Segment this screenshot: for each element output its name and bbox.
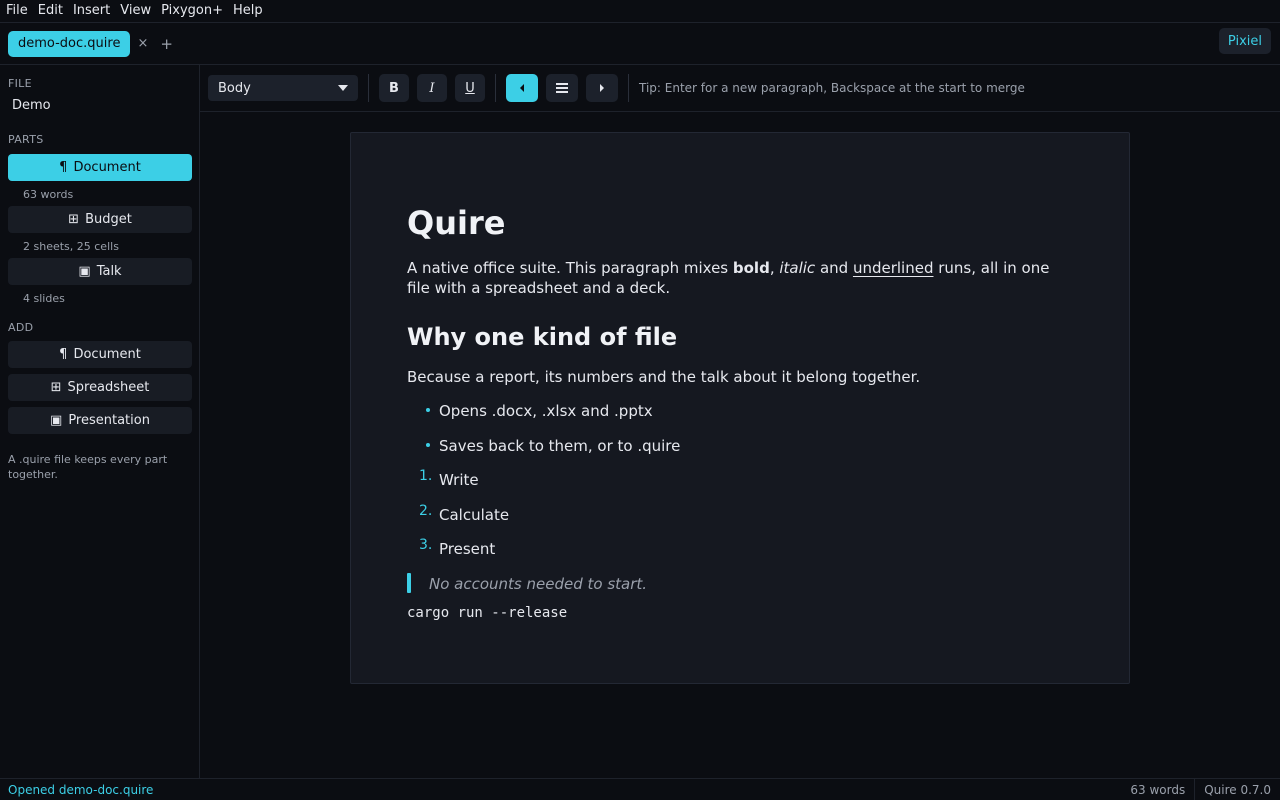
list-number: 2. (419, 503, 433, 519)
menu-pixygon-plus[interactable]: Pixygon+ (157, 0, 227, 22)
bullet-text: Saves back to them, or to .quire (439, 437, 681, 455)
document-page[interactable]: Quire A native office suite. This paragr… (350, 132, 1130, 684)
list-number: 3. (419, 537, 433, 553)
caret-down-icon (338, 85, 348, 91)
part-meta: 4 slides (23, 292, 65, 305)
align-right-button[interactable] (586, 74, 618, 102)
style-value: Body (218, 80, 251, 96)
document-canvas: Quire A native office suite. This paragr… (200, 112, 1280, 778)
bullet-text: Opens .docx, .xlsx and .pptx (439, 402, 653, 420)
menu-view[interactable]: View (116, 0, 155, 22)
add-document-button[interactable]: ¶ Document (8, 341, 192, 368)
toolbar-tip: Tip: Enter for a new paragraph, Backspac… (639, 81, 1025, 95)
pilcrow-icon: ¶ (59, 160, 68, 175)
bold-button[interactable]: B (379, 74, 409, 102)
add-heading: ADD (8, 321, 34, 334)
sidebar: FILE Demo PARTS ¶ Document 63 words ⊞ Bu… (0, 65, 200, 778)
app-version: Quire 0.7.0 (1194, 779, 1280, 800)
intro-text: , (769, 259, 780, 277)
toolbar-divider (495, 74, 496, 102)
paragraph-style-select[interactable]: Body (208, 75, 358, 101)
numbered-item[interactable]: 3. Present (407, 537, 1073, 559)
align-left-button[interactable] (506, 74, 538, 102)
intro-bold-run: bold (732, 259, 770, 277)
sidebar-note: A .quire file keeps every part together. (8, 453, 168, 481)
bullet-icon (426, 408, 430, 412)
bullet-icon (426, 443, 430, 447)
pilcrow-icon: ¶ (59, 347, 68, 362)
quote-bar (407, 573, 411, 593)
doc-heading-2[interactable]: Why one kind of file (407, 322, 1073, 352)
menu-file[interactable]: File (2, 0, 32, 22)
code-block[interactable]: cargo run --release (407, 605, 1073, 621)
bullet-item[interactable]: Opens .docx, .xlsx and .pptx (407, 401, 1073, 421)
numbered-text: Calculate (439, 506, 510, 524)
part-meta: 63 words (23, 188, 74, 201)
add-presentation-button[interactable]: ▣ Presentation (8, 407, 192, 434)
quote-text: No accounts needed to start. (429, 575, 648, 593)
block-quote[interactable]: No accounts needed to start. (407, 573, 1073, 594)
intro-italic-run: italic (779, 259, 816, 277)
numbered-text: Present (439, 540, 496, 558)
intro-text: A native office suite. This paragraph mi… (407, 259, 733, 277)
doc-paragraph[interactable]: Because a report, its numbers and the ta… (407, 367, 1073, 387)
align-right-icon (600, 84, 604, 92)
doc-title[interactable]: Quire (407, 203, 1073, 243)
align-center-icon (556, 83, 568, 93)
doc-intro-paragraph[interactable]: A native office suite. This paragraph mi… (407, 258, 1073, 298)
align-left-icon (520, 84, 524, 92)
add-tab-icon[interactable]: + (160, 35, 173, 53)
numbered-item[interactable]: 1. Write (407, 468, 1073, 490)
add-spreadsheet-button[interactable]: ⊞ Spreadsheet (8, 374, 192, 401)
part-label: Talk (96, 264, 122, 279)
toolbar-divider (628, 74, 629, 102)
part-label: Document (73, 160, 141, 175)
presentation-icon: ▣ (78, 264, 91, 279)
tab-label: demo-doc.quire (18, 36, 121, 51)
intro-underline-run: underlined (852, 259, 934, 277)
close-tab-icon[interactable]: × (137, 36, 148, 51)
intro-text: and (815, 259, 853, 277)
part-budget-button[interactable]: ⊞ Budget (8, 206, 192, 233)
file-name[interactable]: Demo (8, 98, 191, 113)
spreadsheet-icon: ⊞ (50, 380, 62, 395)
parts-heading: PARTS (8, 133, 44, 146)
format-toolbar: Body B I U Tip: Enter for a new paragrap… (200, 65, 1280, 112)
account-badge[interactable]: Pixiel (1218, 28, 1271, 54)
part-label: Budget (85, 212, 132, 227)
toolbar-divider (368, 74, 369, 102)
add-label: Spreadsheet (67, 380, 150, 395)
part-talk-button[interactable]: ▣ Talk (8, 258, 192, 285)
status-message: Opened demo-doc.quire (8, 782, 154, 797)
file-heading: FILE (8, 77, 32, 90)
tab-bar: demo-doc.quire × + Pixiel (0, 22, 1280, 65)
menu-edit[interactable]: Edit (34, 0, 67, 22)
part-meta: 2 sheets, 25 cells (23, 240, 119, 253)
numbered-text: Write (439, 471, 479, 489)
menu-bar: File Edit Insert View Pixygon+ Help (0, 0, 1280, 22)
list-number: 1. (419, 468, 433, 484)
add-label: Presentation (68, 413, 150, 428)
spreadsheet-icon: ⊞ (68, 212, 80, 227)
part-document-button[interactable]: ¶ Document (8, 154, 192, 181)
menu-insert[interactable]: Insert (69, 0, 114, 22)
bullet-item[interactable]: Saves back to them, or to .quire (407, 436, 1073, 456)
align-center-button[interactable] (546, 74, 578, 102)
italic-button[interactable]: I (417, 74, 447, 102)
status-right: 63 words Quire 0.7.0 (1121, 779, 1280, 800)
status-bar: Opened demo-doc.quire 63 words Quire 0.7… (0, 778, 1280, 800)
numbered-item[interactable]: 2. Calculate (407, 503, 1073, 525)
underline-button[interactable]: U (455, 74, 485, 102)
tab-demo-doc[interactable]: demo-doc.quire (8, 30, 131, 57)
word-count: 63 words (1130, 782, 1186, 797)
add-label: Document (73, 347, 141, 362)
presentation-icon: ▣ (50, 413, 63, 428)
menu-help[interactable]: Help (229, 0, 267, 22)
